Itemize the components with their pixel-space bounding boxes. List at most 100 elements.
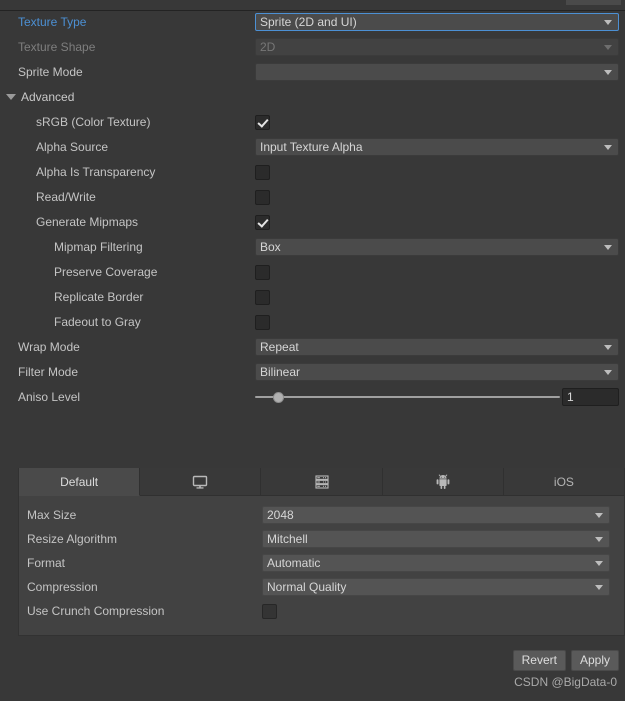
- wrap-mode-field: Repeat: [255, 338, 619, 356]
- platform-settings-group: Max Size 2048 Resize Algorithm Mitchell Form…: [19, 496, 624, 635]
- chevron-down-icon: [595, 560, 603, 566]
- sprite-mode-field: [255, 63, 619, 81]
- max-size-dropdown[interactable]: 2048: [262, 506, 610, 524]
- wrap-mode-row: Wrap Mode Repeat: [0, 337, 625, 357]
- chevron-down-icon: [604, 44, 612, 50]
- compression-value: Normal Quality: [267, 580, 347, 594]
- replicate-border-checkbox[interactable]: [255, 289, 270, 305]
- sprite-mode-label: Sprite Mode: [18, 65, 83, 79]
- filter-mode-row: Filter Mode Bilinear: [0, 362, 625, 382]
- chevron-down-icon: [595, 536, 603, 542]
- format-dropdown[interactable]: Automatic: [262, 554, 610, 572]
- slider-handle[interactable]: [273, 391, 285, 403]
- mipmap-filtering-label: Mipmap Filtering: [54, 240, 143, 254]
- aniso-level-slider[interactable]: [255, 387, 560, 407]
- resize-algorithm-dropdown[interactable]: Mitchell: [262, 530, 610, 548]
- alpha-is-transparency-field: [255, 164, 619, 180]
- window-top-edge: [0, 0, 625, 11]
- resize-algorithm-row: Resize Algorithm Mitchell: [19, 529, 624, 549]
- chevron-down-icon: [604, 144, 612, 150]
- platform-settings-panel: Default iOS Max Size 2048 Resize Algorithm M…: [18, 468, 625, 636]
- generate-mipmaps-label: Generate Mipmaps: [36, 215, 139, 229]
- chevron-down-icon: [604, 369, 612, 375]
- toolbar-button-stub[interactable]: [566, 0, 621, 5]
- preserve-coverage-label: Preserve Coverage: [54, 265, 158, 279]
- platform-tab-android[interactable]: [382, 468, 504, 495]
- read-write-checkbox[interactable]: [255, 189, 270, 205]
- texture-type-value: Sprite (2D and UI): [260, 15, 357, 29]
- advanced-foldout[interactable]: Advanced: [0, 87, 625, 107]
- replicate-border-field: [255, 289, 619, 305]
- wrap-mode-label: Wrap Mode: [18, 340, 80, 354]
- platform-tabbar: Default iOS: [19, 468, 625, 496]
- platform-tab-label: iOS: [553, 474, 574, 489]
- texture-type-field: Sprite (2D and UI): [255, 13, 619, 31]
- max-size-field: 2048: [262, 506, 610, 524]
- revert-button[interactable]: Revert: [512, 650, 566, 671]
- use-crunch-compression-checkbox[interactable]: [262, 603, 277, 619]
- triangle-down-icon: [6, 94, 16, 100]
- srgb-color-texture-row: sRGB (Color Texture): [0, 112, 625, 132]
- advanced-foldout-label: Advanced: [21, 90, 75, 104]
- chevron-down-icon: [595, 584, 603, 590]
- wrap-mode-dropdown[interactable]: Repeat: [255, 338, 619, 356]
- srgb-color-texture-field: [255, 114, 619, 130]
- generate-mipmaps-checkbox[interactable]: [255, 214, 270, 230]
- platform-tab-webgl[interactable]: [261, 468, 383, 495]
- fadeout-to-gray-field: [255, 314, 619, 330]
- format-value: Automatic: [267, 556, 321, 570]
- format-row: Format Automatic: [19, 553, 624, 573]
- read-write-label: Read/Write: [36, 190, 96, 204]
- use-crunch-compression-field: [262, 603, 610, 619]
- filter-mode-field: Bilinear: [255, 363, 619, 381]
- sampling-settings-group: Wrap Mode Repeat Filter Mode Bilinear: [0, 337, 625, 382]
- fadeout-to-gray-row: Fadeout to Gray: [0, 312, 625, 332]
- chevron-down-icon: [604, 69, 612, 75]
- mipmap-filtering-dropdown[interactable]: Box: [255, 238, 619, 256]
- advanced-settings-group: sRGB (Color Texture) Alpha Source Input Te…: [0, 112, 625, 332]
- apply-button[interactable]: Apply: [570, 650, 619, 671]
- mipmap-filtering-field: Box: [255, 238, 619, 256]
- chevron-down-icon: [604, 344, 612, 350]
- texture-type-dropdown[interactable]: Sprite (2D and UI): [255, 13, 619, 31]
- footer: Revert Apply CSDN @BigData-0: [512, 650, 619, 689]
- platform-tab-monitor[interactable]: [140, 468, 262, 495]
- aniso-level-control: 1: [255, 387, 619, 407]
- texture-shape-field: 2D: [255, 38, 619, 56]
- texture-type-row: Texture Type Sprite (2D and UI): [0, 12, 625, 32]
- texture-shape-value: 2D: [260, 40, 276, 54]
- android-icon: [434, 473, 452, 491]
- preserve-coverage-row: Preserve Coverage: [0, 262, 625, 282]
- general-settings-group: Texture Type Sprite (2D and UI) Texture Sh…: [0, 12, 625, 82]
- generate-mipmaps-field: [255, 214, 619, 230]
- chevron-down-icon: [595, 512, 603, 518]
- alpha-is-transparency-checkbox[interactable]: [255, 164, 270, 180]
- webgl-icon: [313, 473, 331, 491]
- sprite-mode-row: Sprite Mode: [0, 62, 625, 82]
- filter-mode-dropdown[interactable]: Bilinear: [255, 363, 619, 381]
- preserve-coverage-field: [255, 264, 619, 280]
- alpha-source-dropdown[interactable]: Input Texture Alpha: [255, 138, 619, 156]
- compression-label: Compression: [27, 580, 98, 594]
- read-write-field: [255, 189, 619, 205]
- srgb-color-texture-checkbox[interactable]: [255, 114, 270, 130]
- compression-dropdown[interactable]: Normal Quality: [262, 578, 610, 596]
- alpha-source-label: Alpha Source: [36, 140, 109, 154]
- watermark-text: CSDN @BigData-0: [514, 675, 617, 689]
- fadeout-to-gray-label: Fadeout to Gray: [54, 315, 141, 329]
- alpha-source-value: Input Texture Alpha: [260, 140, 363, 154]
- wrap-mode-value: Repeat: [260, 340, 299, 354]
- sprite-mode-dropdown[interactable]: [255, 63, 619, 81]
- mipmap-filtering-value: Box: [260, 240, 281, 254]
- monitor-icon: [191, 473, 209, 491]
- max-size-value: 2048: [267, 508, 294, 522]
- slider-track-bar: [255, 396, 560, 398]
- alpha-source-field: Input Texture Alpha: [255, 138, 619, 156]
- platform-tab-default[interactable]: Default: [19, 468, 141, 496]
- action-buttons: Revert Apply: [512, 650, 619, 671]
- platform-tab-ios[interactable]: iOS: [503, 468, 625, 495]
- fadeout-to-gray-checkbox[interactable]: [255, 314, 270, 330]
- preserve-coverage-checkbox[interactable]: [255, 264, 270, 280]
- aniso-level-value-field[interactable]: 1: [562, 388, 619, 406]
- alpha-source-row: Alpha Source Input Texture Alpha: [0, 137, 625, 157]
